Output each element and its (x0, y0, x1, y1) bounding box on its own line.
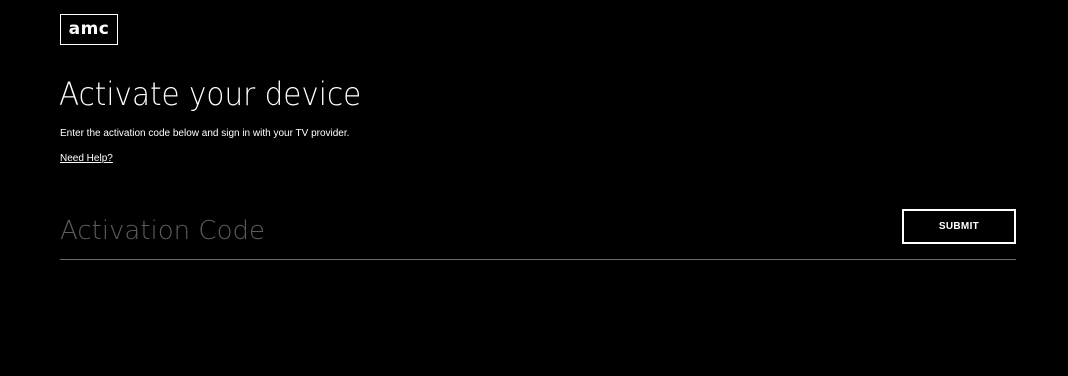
instructions-text: Enter the activation code below and sign… (60, 128, 350, 139)
submit-button[interactable]: SUBMIT (902, 209, 1016, 244)
input-underline (60, 259, 1016, 260)
amc-logo[interactable]: amc (60, 14, 118, 45)
activation-page: amc Activate your device Enter the activ… (0, 0, 1068, 376)
page-title: Activate your device (59, 75, 362, 113)
logo-text: amc (68, 19, 110, 39)
activation-code-input[interactable] (60, 206, 840, 256)
need-help-link[interactable]: Need Help? (60, 152, 113, 166)
